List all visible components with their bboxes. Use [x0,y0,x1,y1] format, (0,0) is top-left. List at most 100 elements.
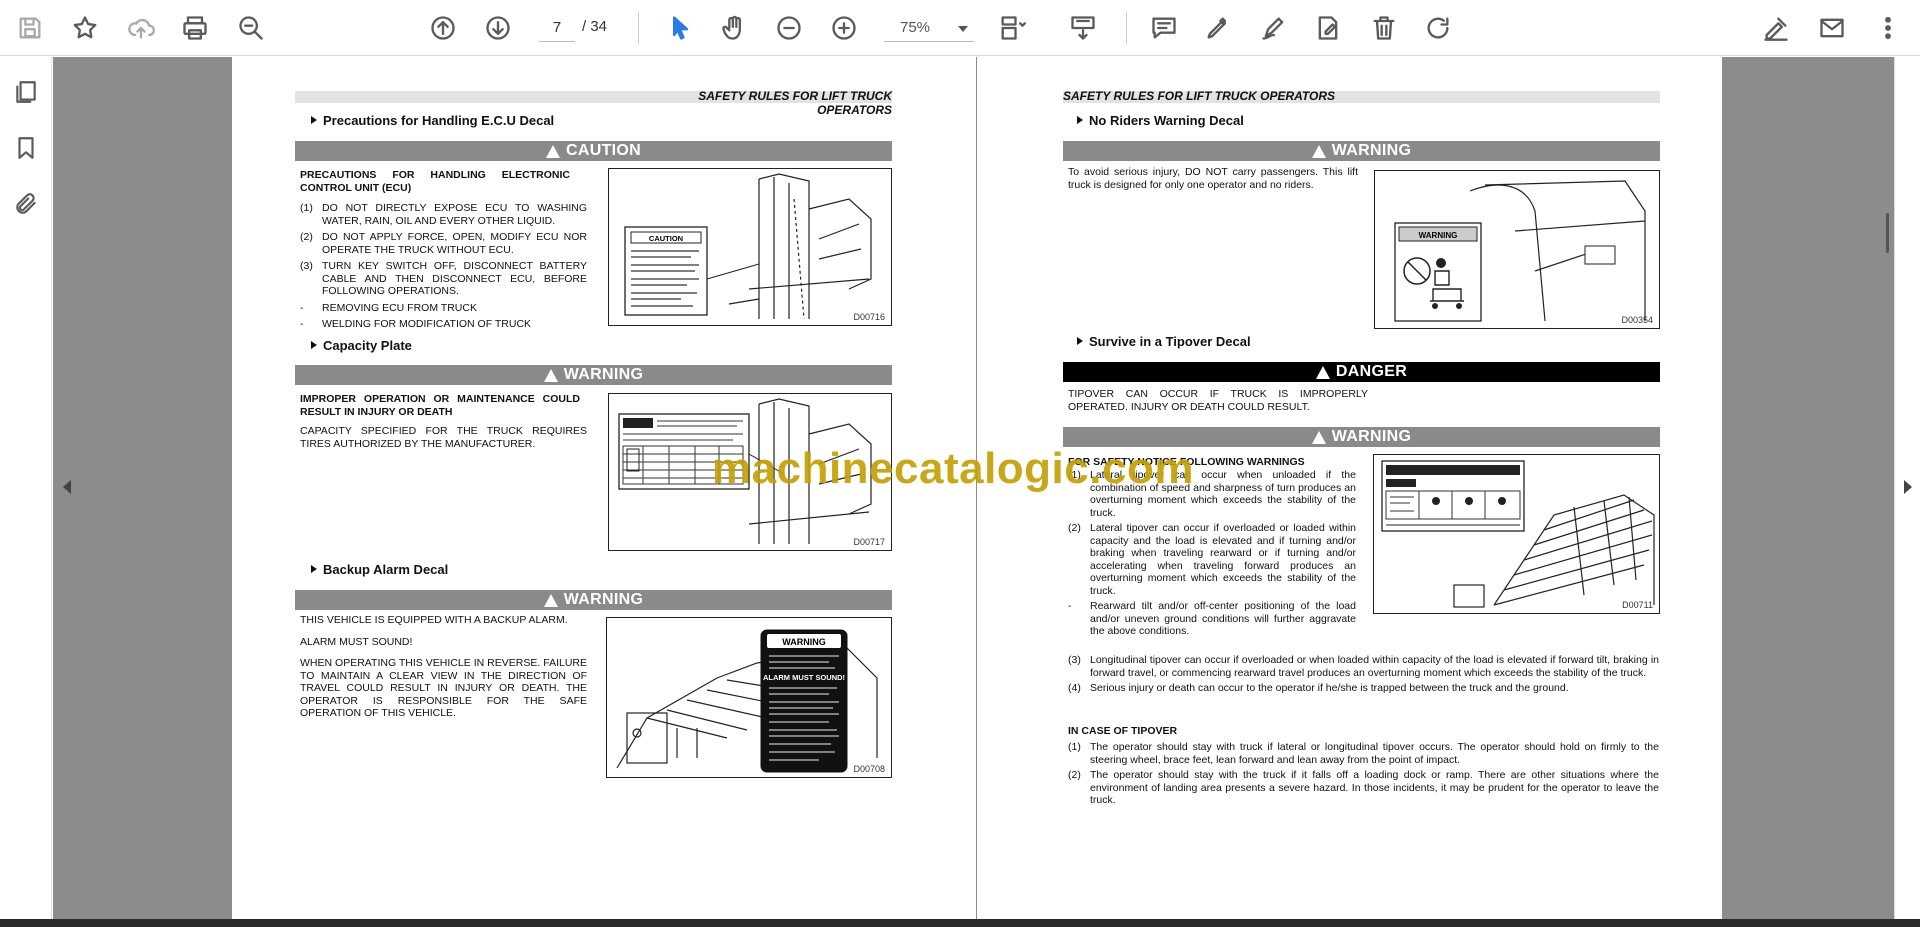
select-cursor-icon[interactable] [662,10,698,46]
zoom-out-icon[interactable] [771,10,807,46]
page-fit-icon[interactable] [994,10,1030,46]
figure-code: D00711 [1622,600,1653,610]
list-item-number: - [1068,600,1072,612]
list-item-number: (2) [300,231,313,243]
bullet-triangle-icon [311,341,317,349]
figure-code: D00717 [853,537,885,547]
list-item-number: (3) [1068,654,1081,666]
more-icon[interactable] [1870,10,1906,46]
scroll-mode-icon[interactable] [1065,10,1101,46]
decal-warning-text: WARNING [782,637,826,647]
bullet-triangle-icon [311,116,317,124]
section-title: Precautions for Handling E.C.U Decal [311,113,554,128]
bookmarks-icon[interactable] [10,132,42,164]
running-header: SAFETY RULES FOR LIFT TRUCK OPERATORS [698,89,892,117]
list-item: (1) DO NOT DIRECTLY EXPOSE ECU TO WASHING… [300,202,587,227]
warning-banner: WARNING [1063,141,1660,161]
backup-alarm-figure: WARNING ALARM MUST SOUND! D00708 [606,617,892,778]
tipover-warnings-list: (1) Lateral tipover can occur when unload… [1068,469,1356,638]
in-case-of-tipover-list: (1) The operator should stay with truck i… [1068,741,1659,807]
caution-banner: CAUTION [295,141,892,161]
list-item: (2) Lateral tipover can occur if overload… [1068,522,1356,597]
side-navigation-rail [0,57,52,927]
chevron-down-icon [958,26,968,32]
list-item-text: TURN KEY SWITCH OFF, DISCONNECT BATTERY … [322,260,587,297]
list-item: (2) The operator should stay with the tru… [1068,769,1659,807]
rotate-icon[interactable] [1420,10,1456,46]
bullet-triangle-icon [311,565,317,573]
cloud-upload-icon[interactable] [123,10,159,46]
list-item-text: WELDING FOR MODIFICATION OF TRUCK [322,318,532,330]
zoom-level-select[interactable]: 75% [884,14,974,42]
section-title: Survive in a Tipover Decal [1077,334,1251,349]
main-toolbar: / 34 75% [0,0,1920,56]
attachments-icon[interactable] [10,188,42,220]
bookmark-star-icon[interactable] [67,10,103,46]
toolbar-divider [1126,12,1127,44]
comment-icon[interactable] [1146,10,1182,46]
list-item-text: The operator should stay with the truck … [1090,769,1659,806]
zoom-in-icon[interactable] [826,10,862,46]
edit-text-icon[interactable] [1310,10,1346,46]
highlight-pen-icon[interactable] [1200,10,1236,46]
collapse-left-panel-icon[interactable] [63,480,71,494]
page-thumbnails-icon[interactable] [10,76,42,108]
figure-code: D00354 [1621,315,1653,325]
section-heading: PRECAUTIONS FOR HANDLING ELECTRONIC CONT… [300,169,570,194]
figure-code: D00716 [853,312,885,322]
warning-triangle-icon [1311,430,1326,444]
delete-icon[interactable] [1366,10,1402,46]
ecu-decal-figure: CAUTION D00716 [608,168,892,326]
list-item-text: Lateral tipover can occur if overloaded … [1090,522,1356,597]
expand-right-panel-icon[interactable] [1904,480,1912,494]
figure-code: D00708 [853,764,885,774]
list-item: (3) TURN KEY SWITCH OFF, DISCONNECT BATTE… [300,260,587,298]
page-down-icon[interactable] [480,10,516,46]
list-item-number: (4) [1068,682,1081,694]
warning-triangle-icon [1315,365,1330,379]
draw-icon[interactable] [1256,10,1292,46]
list-item: - REMOVING ECU FROM TRUCK [300,302,587,315]
list-item-number: - [300,318,304,330]
list-item-text: Serious injury or death can occur to the… [1090,682,1569,694]
section-heading: IN CASE OF TIPOVER [1068,725,1178,737]
tipover-warnings-list-continued: (3) Longitudinal tipover can occur if ove… [1068,654,1659,695]
list-item: (1) The operator should stay with truck i… [1068,741,1659,766]
precaution-list: (1) DO NOT DIRECTLY EXPOSE ECU TO WASHING… [300,202,587,331]
list-item-text: REMOVING ECU FROM TRUCK [322,301,477,314]
save-icon[interactable] [12,10,48,46]
fill-sign-icon[interactable] [1758,10,1794,46]
list-item-number: (1) [1068,741,1081,753]
section-text: ALARM MUST SOUND! [300,636,413,648]
print-icon[interactable] [177,10,213,46]
list-item: (3) Longitudinal tipover can occur if ove… [1068,654,1659,679]
warning-triangle-icon [1311,144,1326,158]
list-item: - WELDING FOR MODIFICATION OF TRUCK [300,318,587,331]
decal-alarm-text: ALARM MUST SOUND! [763,673,845,682]
hand-tool-icon[interactable] [716,10,752,46]
bullet-triangle-icon [1077,337,1083,345]
bullet-triangle-icon [1077,116,1083,124]
list-item-number: (1) [300,202,313,214]
tipover-decal-figure: D00711 [1373,454,1660,614]
page-up-icon[interactable] [425,10,461,46]
email-icon[interactable] [1814,10,1850,46]
section-heading: IMPROPER OPERATION OR MAINTENANCE COULD … [300,393,580,418]
scrollbar-thumb[interactable] [1886,213,1889,253]
danger-banner: DANGER [1063,362,1660,382]
section-text: THIS VEHICLE IS EQUIPPED WITH A BACKUP A… [300,614,568,626]
warning-triangle-icon [543,368,558,382]
warning-triangle-icon [543,593,558,607]
section-text: CAPACITY SPECIFIED FOR THE TRUCK REQUIRE… [300,425,587,450]
page-total: / 34 [582,18,608,35]
section-text: WHEN OPERATING THIS VEHICLE IN REVERSE. … [300,657,587,719]
warning-banner: WARNING [295,365,892,385]
zoom-search-icon[interactable] [233,10,269,46]
no-riders-decal-figure: WARNING D00354 [1374,170,1660,329]
list-item-text: The operator should stay with truck if l… [1090,741,1659,766]
list-item-text: Longitudinal tipover can occur if overlo… [1090,654,1659,679]
bottom-bar [0,919,1920,927]
decal-warning-text: WARNING [1419,231,1458,240]
list-item-number: (2) [1068,769,1081,781]
page-number-input[interactable] [539,14,575,42]
